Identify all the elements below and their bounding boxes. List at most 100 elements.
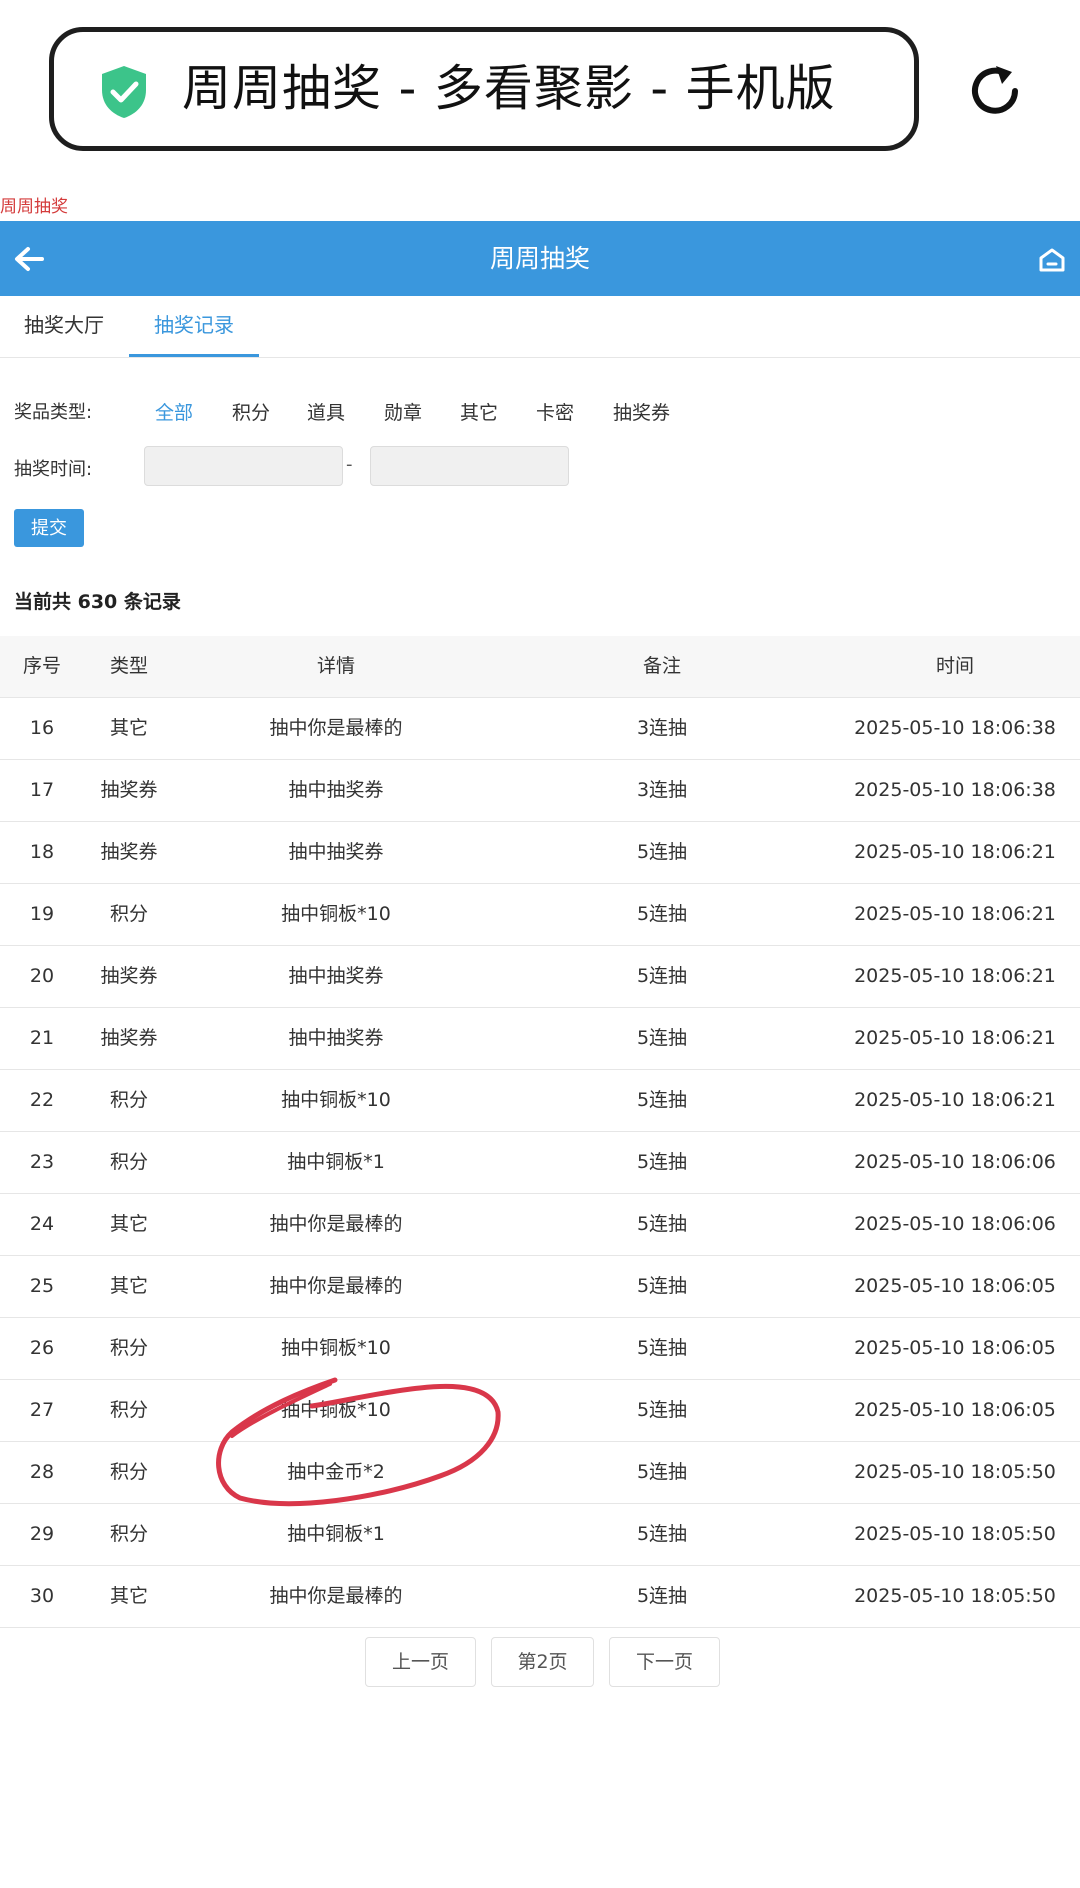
table-row: 27 积分 抽中铜板*10 5连抽 2025-05-10 18:06:05 [0,1380,1080,1442]
date-separator: - [346,454,353,475]
type-filter-tickets[interactable]: 抽奖券 [613,398,670,425]
cell-index: 30 [29,1585,55,1607]
type-filter-items[interactable]: 道具 [307,398,345,425]
shield-check-icon [102,66,146,118]
cell-time: 2025-05-10 18:06:05 [854,1337,1056,1359]
cell-time: 2025-05-10 18:06:06 [854,1213,1056,1235]
cell-time: 2025-05-10 18:06:06 [854,1151,1056,1173]
header-time: 时间 [935,655,974,677]
cell-detail: 抽中你是最棒的 [269,717,403,739]
cell-type: 其它 [109,1585,148,1607]
cell-type: 抽奖券 [100,1027,158,1049]
table-row: 19 积分 抽中铜板*10 5连抽 2025-05-10 18:06:21 [0,884,1080,946]
type-filter-card-key[interactable]: 卡密 [536,398,574,425]
cell-detail: 抽中铜板*1 [287,1151,385,1173]
cell-type: 抽奖券 [100,965,158,987]
cell-note: 5连抽 [636,1027,688,1049]
header-detail: 详情 [316,655,355,677]
cell-note: 5连抽 [636,903,688,925]
cell-detail: 抽中铜板*10 [281,903,391,925]
table-body: 16 其它 抽中你是最棒的 3连抽 2025-05-10 18:06:38 17 抽奖券 抽中… [0,698,1080,1628]
tab-lottery-records[interactable]: 抽奖记录 [129,296,259,357]
current-page-button[interactable]: 第2页 [491,1637,594,1687]
cell-index: 26 [29,1337,55,1359]
next-page-button[interactable]: 下一页 [609,1637,720,1687]
type-filter-points[interactable]: 积分 [232,398,270,425]
tab-lottery-hall[interactable]: 抽奖大厅 [0,296,128,357]
cell-index: 24 [29,1213,55,1235]
table-row: 26 积分 抽中铜板*10 5连抽 2025-05-10 18:06:05 [0,1318,1080,1380]
page-label: 周周抽奖 [0,197,68,217]
table-row: 30 其它 抽中你是最棒的 5连抽 2025-05-10 18:05:50 [0,1566,1080,1628]
cell-time: 2025-05-10 18:06:21 [854,1089,1056,1111]
cell-index: 22 [29,1089,55,1111]
start-date-input[interactable] [144,446,343,486]
table-row: 23 积分 抽中铜板*1 5连抽 2025-05-10 18:06:06 [0,1132,1080,1194]
type-filter-all[interactable]: 全部 [155,398,193,425]
cell-time: 2025-05-10 18:06:21 [854,965,1056,987]
address-bar[interactable]: 周周抽奖 - 多看聚影 - 手机版 [49,27,919,151]
cell-note: 5连抽 [636,965,688,987]
cell-index: 20 [29,965,55,987]
table-row: 21 抽奖券 抽中抽奖券 5连抽 2025-05-10 18:06:21 [0,1008,1080,1070]
cell-index: 27 [29,1399,55,1421]
cell-index: 25 [29,1275,55,1297]
cell-time: 2025-05-10 18:06:38 [854,779,1056,801]
table-row: 25 其它 抽中你是最棒的 5连抽 2025-05-10 18:06:05 [0,1256,1080,1318]
cell-detail: 抽中抽奖券 [288,1027,384,1049]
cell-type: 抽奖券 [100,841,158,863]
type-filter-other[interactable]: 其它 [460,398,498,425]
cell-detail: 抽中铜板*1 [287,1523,385,1545]
cell-note: 5连抽 [636,1461,688,1483]
cell-detail: 抽中你是最棒的 [269,1585,403,1607]
record-count: 当前共 630 条记录 [14,591,181,613]
end-date-input[interactable] [370,446,569,486]
cell-type: 积分 [109,1151,148,1173]
table-row: 24 其它 抽中你是最棒的 5连抽 2025-05-10 18:06:06 [0,1194,1080,1256]
home-icon[interactable] [1038,247,1066,273]
cell-type: 抽奖券 [100,779,158,801]
draw-time-label: 抽奖时间: [14,459,93,480]
cell-detail: 抽中金币*2 [287,1461,385,1483]
cell-time: 2025-05-10 18:05:50 [854,1523,1056,1545]
cell-detail: 抽中抽奖券 [288,841,384,863]
table-row: 16 其它 抽中你是最棒的 3连抽 2025-05-10 18:06:38 [0,698,1080,760]
header-title: 周周抽奖 [489,244,590,273]
table-row: 18 抽奖券 抽中抽奖券 5连抽 2025-05-10 18:06:21 [0,822,1080,884]
cell-time: 2025-05-10 18:06:21 [854,1027,1056,1049]
cell-type: 其它 [109,1275,148,1297]
cell-detail: 抽中你是最棒的 [269,1275,403,1297]
table-row: 29 积分 抽中铜板*1 5连抽 2025-05-10 18:05:50 [0,1504,1080,1566]
cell-note: 5连抽 [636,1585,688,1607]
cell-type: 积分 [109,1523,148,1545]
cell-type: 其它 [109,1213,148,1235]
cell-detail: 抽中抽奖券 [288,779,384,801]
cell-detail: 抽中铜板*10 [281,1399,391,1421]
cell-note: 5连抽 [636,1151,688,1173]
table-row: 20 抽奖券 抽中抽奖券 5连抽 2025-05-10 18:06:21 [0,946,1080,1008]
reload-icon[interactable] [966,62,1024,120]
cell-time: 2025-05-10 18:06:05 [854,1399,1056,1421]
submit-button[interactable]: 提交 [14,509,84,547]
cell-index: 28 [29,1461,55,1483]
table-row: 17 抽奖券 抽中抽奖券 3连抽 2025-05-10 18:06:38 [0,760,1080,822]
cell-note: 5连抽 [636,1337,688,1359]
prev-page-button[interactable]: 上一页 [365,1637,476,1687]
cell-note: 3连抽 [636,717,688,739]
cell-detail: 抽中铜板*10 [281,1337,391,1359]
cell-type: 积分 [109,1461,148,1483]
cell-detail: 抽中抽奖券 [288,965,384,987]
cell-note: 5连抽 [636,841,688,863]
cell-note: 5连抽 [636,1523,688,1545]
app-header: 周周抽奖 [0,221,1080,296]
cell-note: 5连抽 [636,1089,688,1111]
cell-detail: 抽中铜板*10 [281,1089,391,1111]
cell-time: 2025-05-10 18:06:38 [854,717,1056,739]
records-table: 序号 类型 详情 备注 时间 16 其它 抽中你是最棒的 3连抽 2025-05-10 … [0,636,1080,1628]
page-title-url: 周周抽奖 - 多看聚影 - 手机版 [182,60,836,117]
cell-index: 19 [29,903,55,925]
cell-note: 3连抽 [636,779,688,801]
cell-note: 5连抽 [636,1213,688,1235]
table-row: 28 积分 抽中金币*2 5连抽 2025-05-10 18:05:50 [0,1442,1080,1504]
type-filter-medals[interactable]: 勋章 [384,398,422,425]
